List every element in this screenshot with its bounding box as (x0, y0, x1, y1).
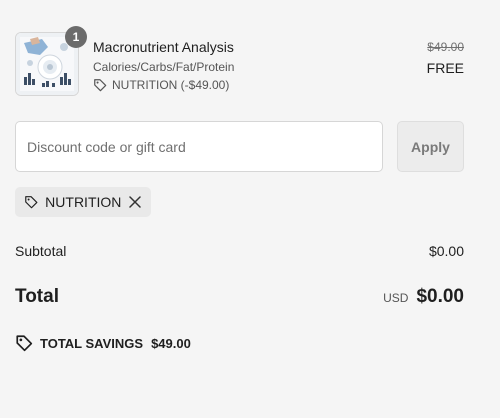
line-item-discount: NUTRITION (-$49.00) (93, 78, 229, 92)
tag-icon (94, 79, 107, 92)
total-savings-value: $49.00 (151, 335, 191, 351)
subtotal-value: $0.00 (428, 243, 464, 259)
product-thumbnail-wrapper: 1 (15, 26, 87, 96)
applied-discount-code: NUTRITION (45, 194, 122, 210)
total-value-group: USD $0.00 (383, 286, 464, 308)
total-currency: USD (383, 291, 409, 305)
tag-icon (25, 196, 38, 209)
final-price: FREE (426, 60, 464, 76)
discount-code-input[interactable] (15, 121, 383, 172)
close-icon (128, 196, 141, 208)
applied-discount-tag: NUTRITION (15, 187, 151, 217)
original-price: $49.00 (427, 40, 464, 54)
total-label: Total (15, 286, 59, 307)
apply-button[interactable]: Apply (397, 121, 464, 172)
product-title: Macronutrient Analysis (93, 39, 234, 55)
product-variant: Calories/Carbs/Fat/Protein (93, 60, 235, 74)
total-savings-label: TOTAL SAVINGS (40, 335, 144, 351)
tag-icon (16, 335, 33, 352)
line-item: 1 Macronutrient Analysis Calories/Carbs/… (15, 26, 464, 98)
total-savings: TOTAL SAVINGS $49.00 (15, 334, 191, 352)
line-item-discount-label: NUTRITION (-$49.00) (112, 78, 230, 92)
total-value: $0.00 (416, 286, 464, 307)
remove-discount-button[interactable] (128, 194, 141, 210)
quantity-badge: 1 (65, 26, 87, 48)
order-summary: 1 Macronutrient Analysis Calories/Carbs/… (0, 0, 500, 418)
subtotal-label: Subtotal (15, 243, 67, 259)
